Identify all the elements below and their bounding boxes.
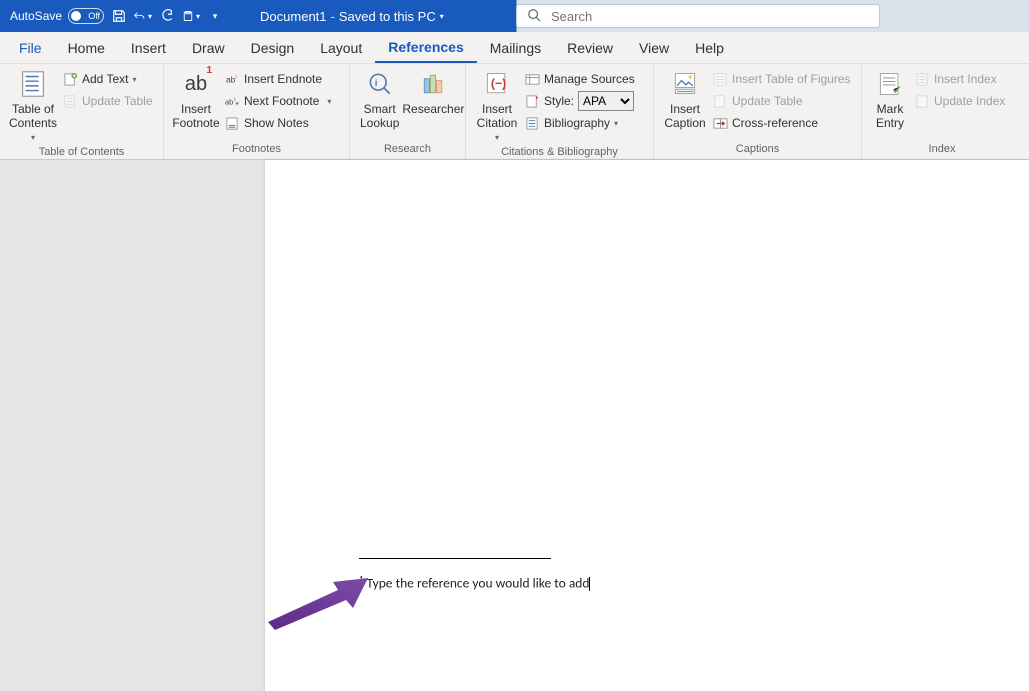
footnote-separator — [359, 558, 551, 559]
paste-button[interactable]: ▾ — [182, 7, 200, 25]
group-label-captions: Captions — [660, 141, 855, 159]
footnote-entry[interactable]: 1 Type the reference you would like to a… — [359, 574, 590, 592]
svg-text:ab: ab — [225, 74, 235, 84]
insert-caption-button[interactable]: Insert Caption — [660, 66, 710, 133]
footnote-body: Type the reference you would like to add — [367, 575, 590, 592]
caption-icon — [669, 68, 701, 100]
toc-icon — [17, 68, 49, 100]
bibliography-icon — [524, 115, 540, 131]
footnote-number: 1 — [359, 574, 364, 585]
cross-reference-button[interactable]: Cross-reference — [710, 112, 853, 134]
researcher-icon — [417, 68, 449, 100]
svg-text:i: i — [235, 74, 236, 80]
tab-references[interactable]: References — [375, 32, 477, 63]
document-area: 1 Type the reference you would like to a… — [0, 160, 1029, 691]
insert-tof-button[interactable]: Insert Table of Figures — [710, 68, 853, 90]
group-label-toc: Table of Contents — [6, 144, 157, 159]
update-index-button[interactable]: Update Index — [912, 90, 1007, 112]
bibliography-button[interactable]: Bibliography ▾ — [522, 112, 637, 134]
manage-sources-button[interactable]: Manage Sources — [522, 68, 637, 90]
endnote-icon: abi — [224, 71, 240, 87]
svg-text:1: 1 — [233, 96, 236, 101]
style-select[interactable]: APA — [578, 91, 634, 111]
next-footnote-button[interactable]: ab1 Next Footnote ▾ — [222, 90, 333, 112]
tab-home[interactable]: Home — [55, 32, 118, 63]
search-icon — [527, 8, 541, 25]
show-notes-icon — [224, 115, 240, 131]
group-label-footnotes: Footnotes — [170, 141, 343, 159]
insert-citation-button[interactable]: (−) Insert Citation ▾ — [472, 66, 522, 144]
insert-footnote-button[interactable]: ab 1 Insert Footnote — [170, 66, 222, 133]
group-citations: (−) Insert Citation ▾ Manage Sources Sty… — [466, 64, 654, 159]
group-label-research: Research — [356, 141, 459, 159]
toc-button[interactable]: Table of Contents ▾ — [6, 66, 60, 144]
customize-qat[interactable]: ▾ — [206, 7, 224, 25]
group-toc: Table of Contents ▾ Add Text ▾ Update Ta… — [0, 64, 164, 159]
update-table-icon — [62, 93, 78, 109]
group-captions: Insert Caption Insert Table of Figures U… — [654, 64, 862, 159]
svg-text:i: i — [374, 78, 377, 89]
update-table-button[interactable]: Update Table — [60, 90, 155, 112]
tab-insert[interactable]: Insert — [118, 32, 179, 63]
title-bar: AutoSave Off ▾ ▾ ▾ Document1 - Saved to … — [0, 0, 1029, 32]
smart-lookup-button[interactable]: i Smart Lookup — [356, 66, 403, 133]
menu-bar: File Home Insert Draw Design Layout Refe… — [0, 32, 1029, 64]
footnote-icon: ab 1 — [180, 68, 212, 100]
tab-help[interactable]: Help — [682, 32, 737, 63]
insert-index-icon — [914, 71, 930, 87]
search-input[interactable] — [551, 9, 869, 24]
group-research: i Smart Lookup Researcher Research — [350, 64, 466, 159]
save-icon[interactable] — [110, 7, 128, 25]
page[interactable]: 1 Type the reference you would like to a… — [265, 160, 1029, 691]
redo-button[interactable] — [158, 7, 176, 25]
ribbon-references: Table of Contents ▾ Add Text ▾ Update Ta… — [0, 64, 1029, 160]
autosave-state: Off — [88, 11, 100, 21]
citation-style-row: Style: APA — [522, 90, 637, 112]
insert-index-button[interactable]: Insert Index — [912, 68, 1007, 90]
researcher-button[interactable]: Researcher — [403, 66, 463, 118]
group-label-index: Index — [868, 141, 1016, 159]
svg-text:ab: ab — [225, 97, 233, 106]
update-caption-icon — [712, 93, 728, 109]
insert-endnote-button[interactable]: abi Insert Endnote — [222, 68, 333, 90]
autosave-label: AutoSave — [10, 9, 62, 23]
tab-view[interactable]: View — [626, 32, 682, 63]
smart-lookup-icon: i — [364, 68, 396, 100]
group-index: Mark Entry Insert Index Update Index Ind… — [862, 64, 1022, 159]
group-footnotes: ab 1 Insert Footnote abi Insert Endnote … — [164, 64, 350, 159]
next-footnote-icon: ab1 — [224, 93, 240, 109]
autosave-toggle[interactable]: Off — [68, 8, 104, 24]
tab-design[interactable]: Design — [238, 32, 308, 63]
tab-review[interactable]: Review — [554, 32, 626, 63]
add-text-button[interactable]: Add Text ▾ — [60, 68, 155, 90]
update-caption-table-button[interactable]: Update Table — [710, 90, 853, 112]
manage-sources-icon — [524, 71, 540, 87]
svg-text:(−): (−) — [491, 77, 506, 91]
cross-ref-icon — [712, 115, 728, 131]
annotation-arrow — [260, 560, 380, 630]
insert-citation-icon: (−) — [481, 68, 513, 100]
document-title: Document1 - Saved to this PC ▾ — [260, 9, 444, 24]
show-notes-button[interactable]: Show Notes — [222, 112, 333, 134]
undo-button[interactable]: ▾ — [134, 7, 152, 25]
autosave-control[interactable]: AutoSave Off — [10, 8, 104, 24]
mark-entry-button[interactable]: Mark Entry — [868, 66, 912, 133]
group-label-citations: Citations & Bibliography — [472, 144, 647, 159]
mark-entry-icon — [874, 68, 906, 100]
tab-file[interactable]: File — [6, 32, 55, 63]
tab-mailings[interactable]: Mailings — [477, 32, 554, 63]
update-index-icon — [914, 93, 930, 109]
tab-layout[interactable]: Layout — [307, 32, 375, 63]
tof-icon — [712, 71, 728, 87]
add-text-icon — [62, 71, 78, 87]
search-box[interactable] — [516, 4, 880, 28]
style-icon — [524, 93, 540, 109]
tab-draw[interactable]: Draw — [179, 32, 238, 63]
